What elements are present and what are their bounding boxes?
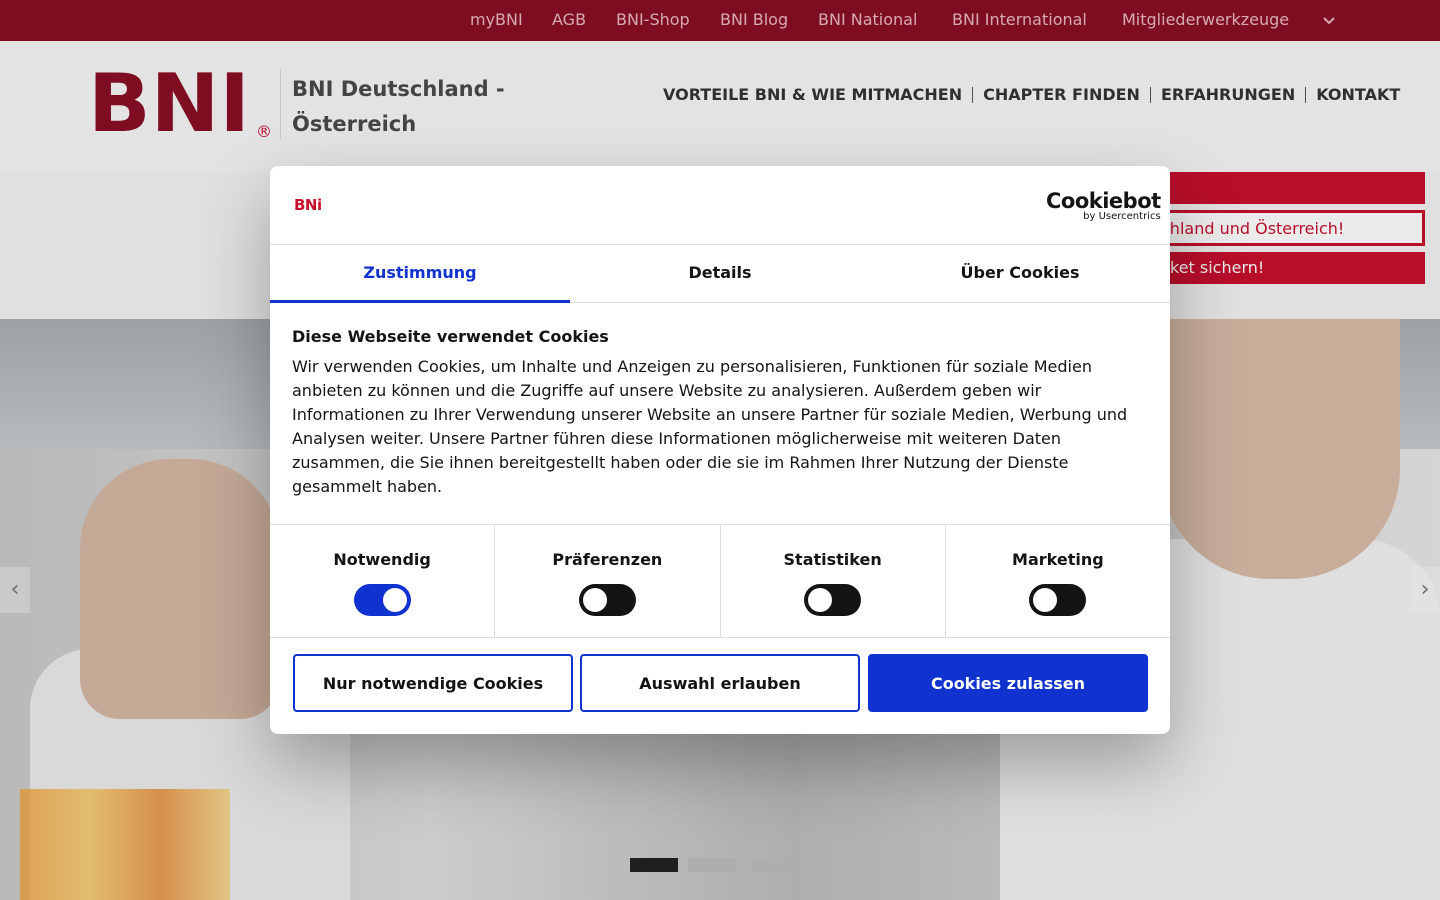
dialog-heading: Diese Webseite verwendet Cookies xyxy=(292,327,609,346)
category-praeferenzen: Präferenzen xyxy=(495,525,721,637)
tab-details[interactable]: Details xyxy=(570,245,870,302)
category-statistiken: Statistiken xyxy=(721,525,946,637)
dialog-tabs: Zustimmung Details Über Cookies xyxy=(270,245,1170,303)
category-marketing: Marketing xyxy=(946,525,1170,637)
tab-ueber-cookies[interactable]: Über Cookies xyxy=(870,245,1170,302)
dialog-description: Wir verwenden Cookies, um Inhalte und An… xyxy=(292,357,1128,496)
toggle-knob xyxy=(582,588,607,612)
dialog-actions: Nur notwendige Cookies Auswahl erlauben … xyxy=(293,654,1148,712)
dialog-body: Diese Webseite verwendet Cookies Wir ver… xyxy=(292,327,1148,499)
consent-categories: Notwendig Präferenzen Statistiken Market… xyxy=(270,524,1170,638)
category-label: Präferenzen xyxy=(552,550,663,569)
tab-zustimmung[interactable]: Zustimmung xyxy=(270,245,570,303)
category-notwendig: Notwendig xyxy=(270,525,496,637)
category-label: Statistiken xyxy=(783,550,882,569)
cookie-consent-dialog: BNi Cookiebot by Usercentrics Zustimmung… xyxy=(270,166,1170,734)
necessary-only-button[interactable]: Nur notwendige Cookies xyxy=(293,654,573,712)
allow-all-cookies-button[interactable]: Cookies zulassen xyxy=(868,654,1148,712)
category-label: Marketing xyxy=(1012,550,1104,569)
allow-selection-button[interactable]: Auswahl erlauben xyxy=(580,654,860,712)
dialog-header: BNi Cookiebot by Usercentrics xyxy=(270,166,1170,245)
toggle-knob xyxy=(382,588,407,612)
toggle-statistiken[interactable] xyxy=(804,584,862,616)
bni-small-logo: BNi xyxy=(294,196,322,214)
toggle-notwendig[interactable] xyxy=(353,584,411,616)
cookiebot-logo-sub: by Usercentrics xyxy=(1083,211,1161,222)
cookiebot-logo[interactable]: Cookiebot by Usercentrics xyxy=(1046,190,1161,222)
toggle-marketing[interactable] xyxy=(1029,584,1087,616)
cookiebot-logo-text: Cookiebot xyxy=(1046,189,1161,213)
toggle-knob xyxy=(808,588,833,612)
category-label: Notwendig xyxy=(333,550,431,569)
toggle-knob xyxy=(1033,588,1058,612)
toggle-praeferenzen[interactable] xyxy=(578,584,636,616)
